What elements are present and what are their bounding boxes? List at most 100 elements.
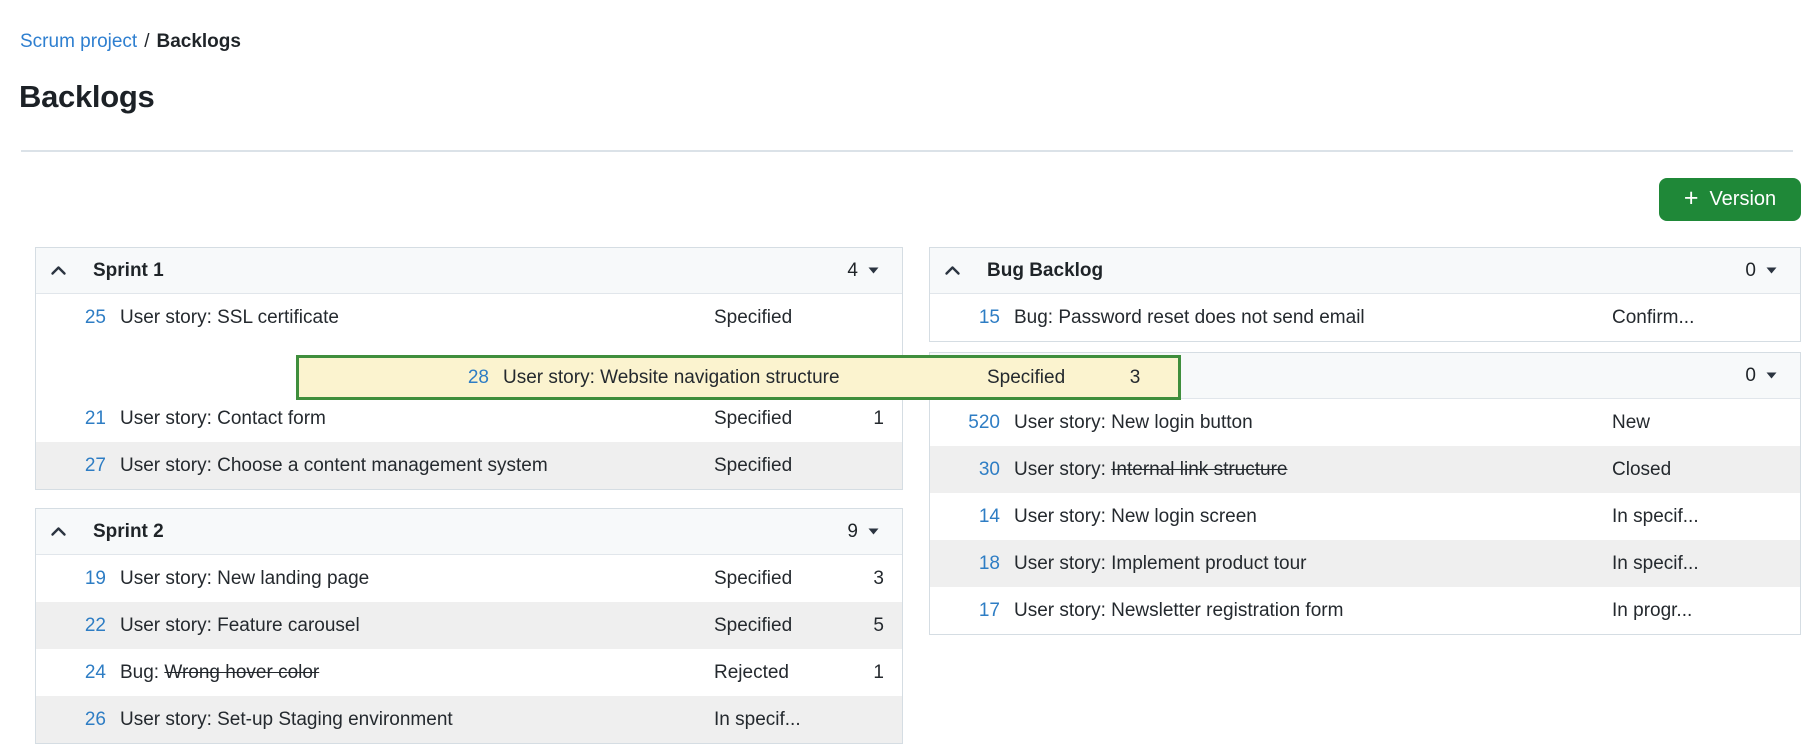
work-item-id-link: 28	[467, 366, 489, 388]
header-divider	[21, 150, 1793, 152]
panel-header[interactable]: Sprint 2 9	[36, 509, 902, 555]
work-item-id-link[interactable]: 27	[36, 455, 106, 477]
work-item-title: User story: Choose a content management …	[106, 455, 714, 477]
work-item-title: User story: Website navigation structure	[489, 367, 987, 389]
work-item-type-prefix: User story:	[1014, 505, 1112, 527]
work-item-effort: 1	[873, 407, 884, 429]
work-item-status: Specified	[714, 306, 793, 328]
plus-icon: +	[1683, 184, 1699, 212]
work-item-id-link[interactable]: 24	[36, 662, 106, 684]
work-item-title: Bug: Wrong hover color	[106, 662, 714, 684]
work-item-id-link[interactable]: 520	[930, 412, 1000, 434]
work-item-status: In specif...	[1612, 505, 1699, 527]
collapse-chevron-icon[interactable]	[50, 526, 74, 537]
backlog-row[interactable]: 30 User story: Internal link structure Clo…	[930, 446, 1800, 493]
backlog-row[interactable]: 21 User story: Contact form Specified 1	[36, 395, 902, 442]
work-item-effort: 3	[873, 567, 884, 589]
backlog-row[interactable]: 520 User story: New login button New	[930, 399, 1800, 446]
panel-rows: 15 Bug: Password reset does not send emai…	[930, 294, 1800, 341]
work-item-id-link[interactable]: 19	[36, 568, 106, 590]
work-item-name: Newsletter registration form	[1111, 599, 1344, 621]
work-item-id-link[interactable]: 25	[36, 307, 106, 329]
work-item-status: Specified	[714, 614, 793, 636]
work-item-type-prefix: User story:	[120, 306, 218, 328]
work-item-title: User story: Newsletter registration form	[1000, 600, 1612, 622]
backlog-row[interactable]: 26 User story: Set-up Staging environment…	[36, 696, 902, 743]
breadcrumb-project-link[interactable]: Scrum project	[20, 31, 137, 53]
work-item-id-link[interactable]: 15	[930, 307, 1000, 329]
work-item-title: Bug: Password reset does not send email	[1000, 307, 1612, 329]
backlog-row[interactable]: 22 User story: Feature carousel Specified 5	[36, 602, 902, 649]
panel-title: Bug Backlog	[987, 259, 1104, 281]
work-item-title: User story: Contact form	[106, 408, 714, 430]
dropdown-caret-icon[interactable]	[858, 527, 888, 536]
dropdown-caret-icon[interactable]	[1756, 371, 1786, 380]
panel-title: Sprint 2	[93, 520, 164, 542]
work-item-id-link[interactable]: 26	[36, 709, 106, 731]
work-item-effort: 3	[1129, 366, 1141, 388]
backlog-column-left: Sprint 1 4 25 User story: SSL certificate…	[35, 247, 903, 744]
work-item-type-prefix: User story:	[120, 567, 218, 589]
panel-header[interactable]: Bug Backlog 0	[930, 248, 1800, 294]
work-item-id-link[interactable]: 14	[930, 506, 1000, 528]
panel-rows: 19 User story: New landing page Specified 3…	[36, 555, 902, 743]
work-item-type-prefix: User story:	[120, 614, 218, 636]
work-item-type-prefix: User story:	[1014, 411, 1112, 433]
work-item-title: User story: Implement product tour	[1000, 553, 1612, 575]
work-item-name: New landing page	[217, 567, 370, 589]
backlog-row[interactable]: 18 User story: Implement product tour In s…	[930, 540, 1800, 587]
work-item-status: In specif...	[1612, 552, 1699, 574]
breadcrumb-separator: /	[144, 31, 150, 52]
panel-count: 4	[847, 259, 858, 281]
work-item-title: User story: New landing page	[106, 568, 714, 590]
panel-sprint-2: Sprint 2 9 19 User story: New landing pag…	[35, 508, 903, 744]
backlog-row[interactable]: 24 Bug: Wrong hover color Rejected 1	[36, 649, 902, 696]
breadcrumb-current: Backlogs	[156, 31, 241, 52]
work-item-type-prefix: User story:	[503, 366, 595, 388]
work-item-type-prefix: User story:	[1014, 458, 1112, 480]
backlog-row[interactable]: 19 User story: New landing page Specified 3	[36, 555, 902, 602]
work-item-status: Specified	[714, 454, 793, 476]
work-item-id-link[interactable]: 22	[36, 615, 106, 637]
backlog-row[interactable]: 15 Bug: Password reset does not send emai…	[930, 294, 1800, 341]
panel-count: 0	[1745, 364, 1756, 386]
panel-bug-backlog: Bug Backlog 0 15 Bug: Password reset does…	[929, 247, 1801, 342]
work-item-id-link[interactable]: 17	[930, 600, 1000, 622]
backlog-row[interactable]: 14 User story: New login screen In specif.…	[930, 493, 1800, 540]
dropdown-caret-icon[interactable]	[858, 266, 888, 275]
backlog-row[interactable]: 27 User story: Choose a content managemen…	[36, 442, 902, 489]
collapse-chevron-icon[interactable]	[944, 265, 968, 276]
panel-title: Sprint 1	[93, 259, 164, 281]
panel-header[interactable]: Sprint 1 4	[36, 248, 902, 294]
work-item-id-link[interactable]: 18	[930, 553, 1000, 575]
work-item-type-prefix: User story:	[1014, 599, 1112, 621]
dragged-row[interactable]: 28 User story: Website navigation struct…	[296, 355, 1181, 400]
page-title: Backlogs	[19, 79, 155, 114]
work-item-id-link[interactable]: 21	[36, 408, 106, 430]
panel-count: 9	[847, 520, 858, 542]
work-item-type-prefix: User story:	[120, 708, 218, 730]
work-item-name: Feature carousel	[217, 614, 360, 636]
work-item-name: SSL certificate	[217, 306, 339, 328]
add-version-button[interactable]: + Version	[1659, 178, 1801, 221]
backlog-row[interactable]: 17 User story: Newsletter registration fo…	[930, 587, 1800, 634]
work-item-status: Specified	[714, 567, 793, 589]
work-item-type-prefix: User story:	[120, 454, 218, 476]
work-item-name: New login button	[1111, 411, 1253, 433]
work-item-id-link[interactable]: 30	[930, 459, 1000, 481]
work-item-status: In progr...	[1612, 599, 1693, 621]
work-item-name: Set-up Staging environment	[217, 708, 453, 730]
work-item-title: User story: New login screen	[1000, 506, 1612, 528]
dropdown-caret-icon[interactable]	[1756, 266, 1786, 275]
work-item-name: New login screen	[1111, 505, 1257, 527]
work-item-name: Wrong hover color	[164, 661, 320, 683]
work-item-type-prefix: User story:	[120, 407, 218, 429]
add-version-button-label: Version	[1709, 188, 1777, 210]
backlog-column-right: Bug Backlog 0 15 Bug: Password reset does…	[929, 247, 1801, 635]
work-item-status: New	[1612, 411, 1651, 433]
backlog-row[interactable]: 25 User story: SSL certificate Specified	[36, 294, 902, 341]
panel-count: 0	[1745, 259, 1756, 281]
collapse-chevron-icon[interactable]	[50, 265, 74, 276]
work-item-name: Internal link structure	[1111, 458, 1288, 480]
work-item-type-prefix: User story:	[1014, 552, 1112, 574]
